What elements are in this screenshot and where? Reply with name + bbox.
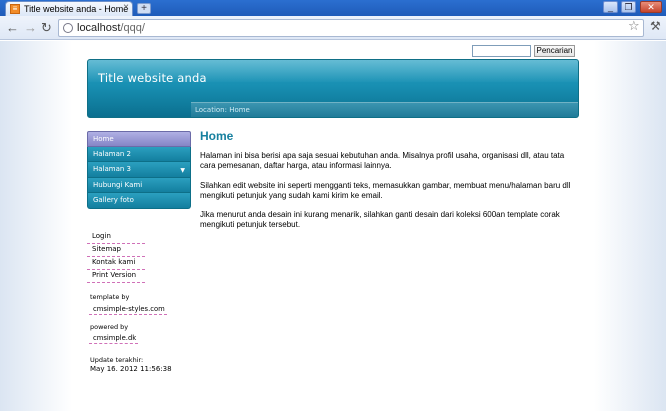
menu-item-label: Home [93, 135, 114, 143]
reload-icon[interactable]: ↻ [41, 21, 52, 35]
login-link[interactable]: Login [87, 231, 145, 244]
template-by-label: template by [90, 293, 130, 301]
update-timestamp: May 16. 2012 11:56:38 [90, 365, 172, 373]
page-title: Home [200, 129, 234, 143]
search-button[interactable]: Pencarian [534, 45, 575, 57]
menu-item-home[interactable]: Home [87, 131, 191, 147]
back-icon[interactable]: ← [6, 21, 19, 35]
menu-item-gallery-foto[interactable]: Gallery foto [87, 193, 191, 209]
url-host: localhost [77, 22, 121, 34]
content-paragraph: Jika menurut anda desain ini kurang mena… [200, 210, 560, 229]
content-paragraph: Halaman ini bisa berisi apa saja sesuai … [200, 151, 565, 170]
bookmark-star-icon[interactable]: ☆ [628, 19, 640, 32]
menu-item-halaman-3[interactable]: Halaman 3 ▼ [87, 162, 191, 178]
page-viewport: Pencarian Title website anda Location: H… [0, 41, 666, 411]
sidebar-menu: Home Halaman 2 Halaman 3 ▼ Hubungi Kami G… [87, 131, 191, 209]
minimize-button[interactable]: _ [603, 1, 618, 13]
site-header: Title website anda Location: Home [87, 59, 579, 118]
search-input[interactable] [472, 45, 531, 57]
favicon-icon: ≡ [10, 4, 20, 14]
url-path: /qqq/ [120, 22, 145, 34]
address-bar[interactable]: localhost/qqq/ [58, 19, 644, 37]
menu-item-hubungi-kami[interactable]: Hubungi Kami [87, 177, 191, 194]
browser-toolbar: ← → ↻ localhost/qqq/ ☆ ⚒ [0, 16, 666, 40]
sitemap-link[interactable]: Sitemap [87, 244, 145, 257]
menu-item-label: Gallery foto [93, 196, 134, 205]
template-credit-link[interactable]: cmsimple-styles.com [89, 305, 167, 315]
submenu-arrow-icon: ▼ [180, 167, 185, 175]
tab-close-icon[interactable]: × [123, 2, 129, 13]
new-tab-button[interactable]: + [137, 3, 151, 14]
site-title[interactable]: Title website anda [98, 71, 207, 85]
wrench-icon[interactable]: ⚒ [650, 20, 661, 32]
menu-item-label: Halaman 2 [93, 149, 132, 158]
side-links: Login Sitemap Kontak kami Print Version [87, 231, 147, 283]
update-label: Update terakhir: [90, 356, 144, 364]
location-bar: Location: Home [191, 102, 578, 117]
location-text: Location: Home [195, 106, 250, 114]
tab-title: Title website anda - Home [24, 4, 129, 14]
menu-item-label: Hubungi Kami [93, 180, 143, 189]
menu-item-halaman-2[interactable]: Halaman 2 [87, 146, 191, 163]
url-text: localhost/qqq/ [77, 22, 145, 34]
browser-tab[interactable]: ≡ Title website anda - Home × [5, 1, 133, 16]
content-paragraph: Silahkan edit website ini seperti mengga… [200, 181, 571, 200]
powered-by-label: powered by [90, 323, 129, 331]
close-window-button[interactable]: ✕ [640, 1, 662, 13]
forward-icon[interactable]: → [24, 21, 37, 35]
menu-item-label: Halaman 3 [93, 165, 132, 174]
maximize-button[interactable]: ❐ [621, 1, 636, 13]
kontak-kami-link[interactable]: Kontak kami [87, 257, 145, 270]
browser-titlebar: ≡ Title website anda - Home × + _ ❐ ✕ [0, 0, 666, 16]
globe-icon [63, 23, 73, 33]
print-version-link[interactable]: Print Version [87, 270, 145, 283]
powered-credit-link[interactable]: cmsimple.dk [89, 334, 139, 344]
